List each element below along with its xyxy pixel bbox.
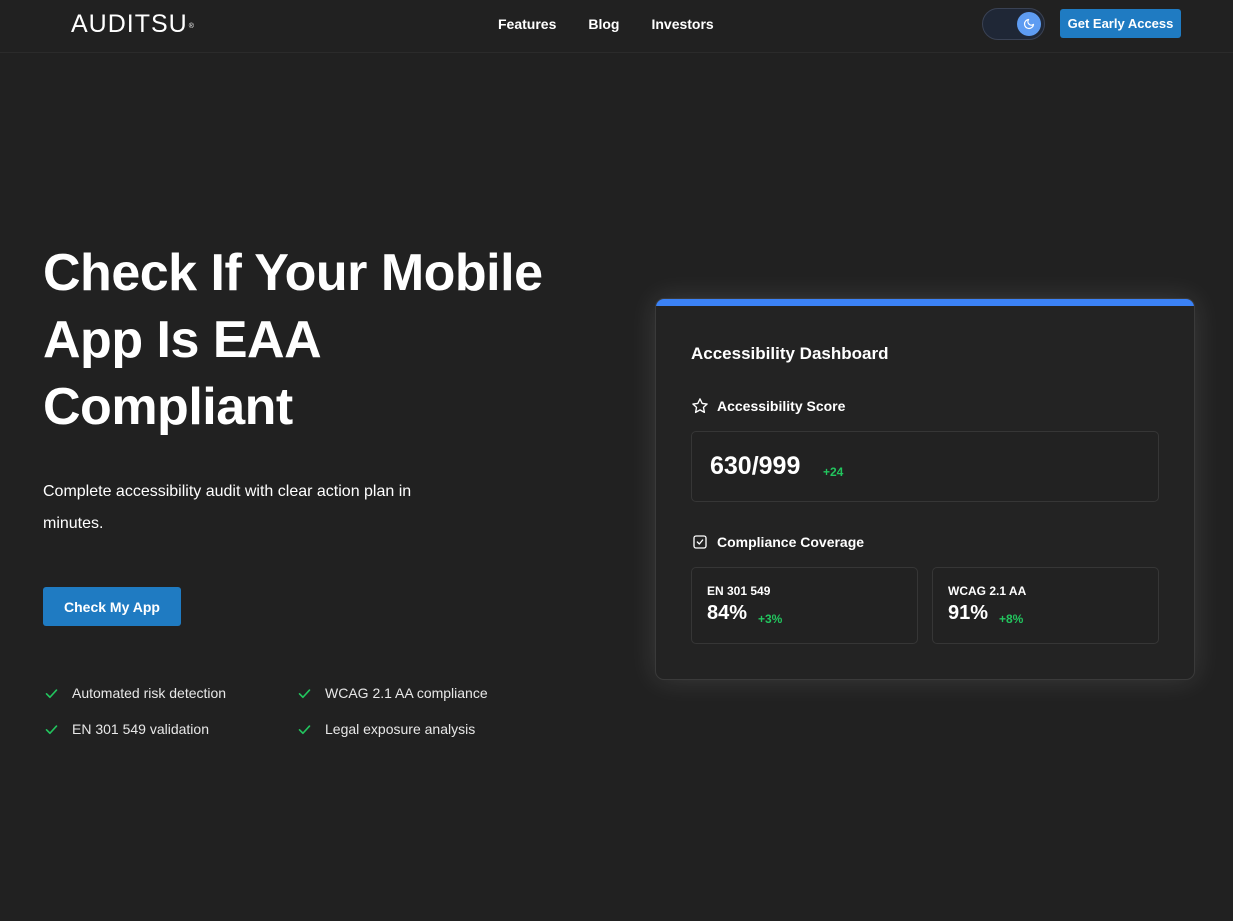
- card-accent-bar: [656, 299, 1194, 306]
- nav-links: Features Blog Investors: [498, 16, 714, 32]
- coverage-card-en301549: EN 301 549 84% +3%: [691, 567, 918, 644]
- check-icon: [43, 721, 59, 737]
- coverage-value: 91%: [948, 602, 989, 624]
- feature-label: Legal exposure analysis: [325, 721, 476, 737]
- score-delta: +24: [823, 465, 844, 479]
- nav-link-features[interactable]: Features: [498, 16, 556, 32]
- theme-toggle-knob: [1017, 12, 1041, 36]
- moon-icon: [1023, 18, 1035, 30]
- logo-registered-mark: ®: [188, 23, 195, 30]
- coverage-label: WCAG 2.1 AA: [948, 584, 1027, 598]
- score-panel: 630/999 +24: [691, 431, 1159, 502]
- coverage-delta: +3%: [758, 612, 783, 626]
- score-section-header: Accessibility Score: [691, 397, 845, 415]
- get-early-access-button[interactable]: Get Early Access: [1060, 9, 1181, 38]
- check-icon: [296, 721, 312, 737]
- check-icon: [43, 685, 59, 701]
- theme-toggle[interactable]: [982, 8, 1045, 40]
- feature-item: Automated risk detection: [43, 684, 296, 702]
- coverage-label: EN 301 549: [707, 584, 771, 598]
- hero-subtitle: Complete accessibility audit with clear …: [43, 483, 412, 532]
- logo[interactable]: AUDITSU®: [71, 9, 195, 39]
- check-icon: [296, 685, 312, 701]
- coverage-section-header: Compliance Coverage: [691, 533, 864, 551]
- score-section-label: Accessibility Score: [717, 398, 846, 414]
- coverage-card-wcag21aa: WCAG 2.1 AA 91% +8%: [932, 567, 1159, 644]
- nav-link-blog[interactable]: Blog: [588, 16, 619, 32]
- accessibility-dashboard-card: Accessibility Dashboard Accessibility Sc…: [655, 298, 1195, 680]
- feature-label: WCAG 2.1 AA compliance: [325, 685, 488, 701]
- dashboard-title: Accessibility Dashboard: [691, 344, 889, 363]
- top-navbar: AUDITSU® Features Blog Investors Get Ear…: [0, 0, 1233, 53]
- score-value: 630/999: [710, 452, 801, 480]
- logo-text: AUDITSU: [71, 10, 188, 38]
- feature-label: Automated risk detection: [72, 685, 227, 701]
- feature-item: WCAG 2.1 AA compliance: [296, 684, 523, 702]
- star-icon: [691, 397, 709, 415]
- feature-list: Automated risk detection WCAG 2.1 AA com…: [43, 684, 523, 738]
- coverage-section-label: Compliance Coverage: [717, 534, 865, 550]
- nav-link-investors[interactable]: Investors: [651, 16, 713, 32]
- hero-title: Check If Your Mobile App Is EAA Complian…: [43, 244, 543, 436]
- feature-label: EN 301 549 validation: [72, 721, 209, 737]
- check-my-app-button[interactable]: Check My App: [43, 587, 181, 626]
- coverage-value: 84%: [707, 602, 748, 624]
- feature-item: EN 301 549 validation: [43, 720, 296, 738]
- coverage-delta: +8%: [999, 612, 1024, 626]
- checkbox-icon: [691, 533, 709, 551]
- feature-item: Legal exposure analysis: [296, 720, 523, 738]
